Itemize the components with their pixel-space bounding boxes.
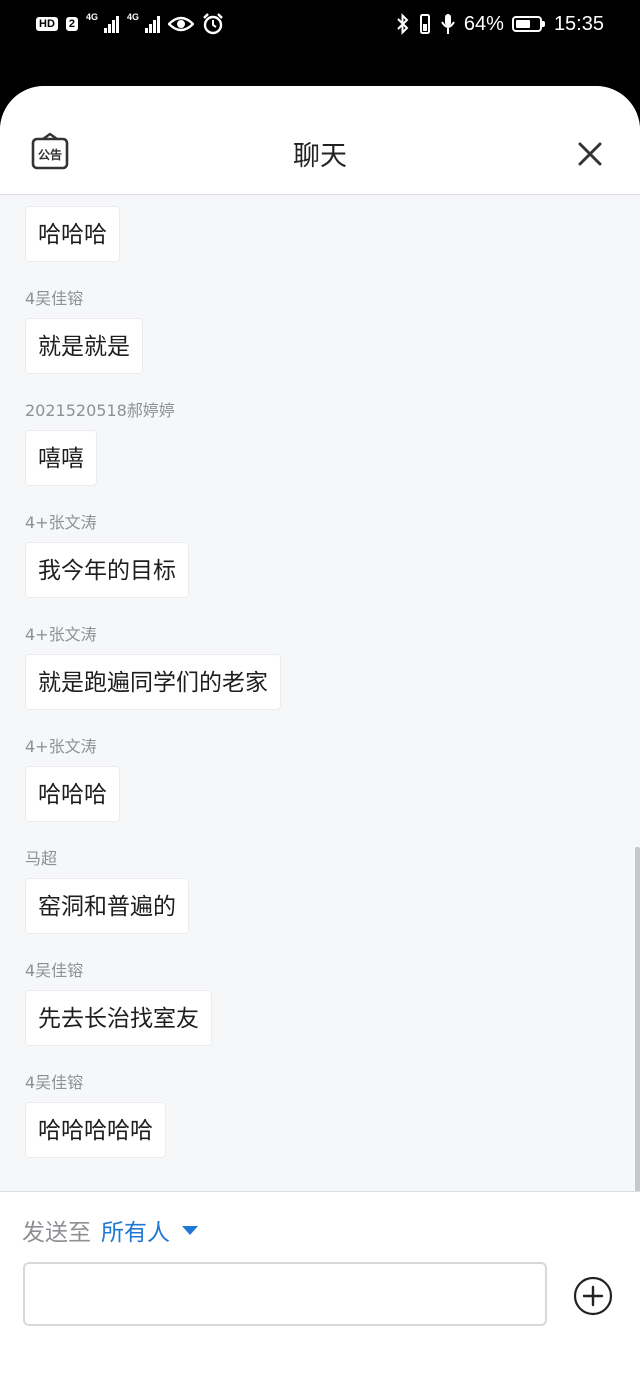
status-right: 64% 15:35 — [396, 10, 604, 38]
send-to-label: 发送至 — [22, 1220, 91, 1246]
message-bubble[interactable]: 我今年的目标 — [25, 542, 189, 598]
message-bubble[interactable]: 窑洞和普遍的 — [25, 878, 189, 934]
chat-message: 4吴佳镕哈哈哈哈哈 — [25, 1072, 615, 1158]
message-sender: 4+张文涛 — [25, 513, 97, 532]
message-bubble[interactable]: 哈哈哈 — [25, 206, 120, 262]
message-bubble[interactable]: 先去长治找室友 — [25, 990, 212, 1046]
message-sender: 2021520518郝婷婷 — [25, 401, 175, 420]
status-bar: HD 2 4G 4G 64% 15:35 — [0, 0, 640, 86]
chat-message: 4+张文涛就是跑遍同学们的老家 — [25, 624, 615, 710]
battery-icon — [511, 16, 545, 32]
battery-percent: 64% — [463, 12, 504, 35]
message-sender: 4+张文涛 — [25, 737, 97, 756]
message-bubble[interactable]: 就是跑遍同学们的老家 — [25, 654, 281, 710]
composer: 发送至 所有人 — [0, 1191, 640, 1386]
message-bubble[interactable]: 哈哈哈 — [25, 766, 120, 822]
message-list[interactable]: 哈哈哈 4吴佳镕 就是就是 2021520518郝婷婷 嘻嘻 4+张文涛 我今年的目标 4+张… — [0, 195, 640, 1191]
message-bubble[interactable]: 哈哈哈哈哈 — [25, 1102, 166, 1158]
close-icon[interactable] — [574, 138, 606, 170]
message-bubble[interactable]: 嘻嘻 — [25, 430, 97, 486]
chat-message: 2021520518郝婷婷嘻嘻 — [25, 400, 615, 486]
signal-icon: 4G — [86, 12, 120, 33]
message-container: 哈哈哈 4吴佳镕 就是就是 2021520518郝婷婷 嘻嘻 4+张文涛 我今年的目标 4+张… — [25, 206, 615, 1158]
message-sender: 4吴佳镕 — [25, 1073, 84, 1092]
signal-icon: 4G — [127, 12, 161, 33]
chat-message: 4吴佳镕就是就是 — [25, 288, 615, 374]
battery-level — [515, 20, 531, 28]
vibrate-battery-icon — [419, 14, 430, 34]
chat-message: 4+张文涛哈哈哈 — [25, 736, 615, 822]
chat-header: 公告 聊天 — [0, 86, 640, 195]
message-sender: 4吴佳镕 — [25, 289, 84, 308]
send-to-selector[interactable]: 发送至 所有人 — [22, 1214, 198, 1246]
caret-down-icon[interactable] — [182, 1225, 198, 1235]
hd-badge: HD — [36, 17, 58, 31]
chat-sheet: 公告 聊天 哈哈哈 4吴佳镕 就是就是 2021520518郝婷婷 嘻嘻 4+张文涛 我今年… — [0, 86, 640, 1386]
message-sender: 马超 — [25, 849, 58, 868]
chat-message: 哈哈哈 — [25, 206, 615, 262]
page-title: 聊天 — [293, 141, 347, 172]
chat-message: 4+张文涛我今年的目标 — [25, 512, 615, 598]
message-input[interactable] — [23, 1262, 547, 1326]
microphone-icon — [441, 14, 455, 34]
sim-badge: 2 — [65, 17, 79, 31]
chat-message: 4吴佳镕先去长治找室友 — [25, 960, 615, 1046]
plus-circle-icon[interactable] — [573, 1276, 613, 1316]
alarm-icon — [203, 13, 223, 35]
message-bubble[interactable]: 就是就是 — [25, 318, 143, 374]
scrollbar[interactable] — [635, 847, 640, 1191]
status-left: HD 2 4G 4G — [36, 10, 224, 38]
message-sender: 4吴佳镕 — [25, 961, 84, 980]
eye-icon — [168, 16, 195, 32]
chat-message: 马超 窑洞和普遍的 — [25, 848, 615, 934]
clock: 15:35 — [553, 12, 604, 35]
bluetooth-icon — [397, 13, 409, 35]
message-sender: 4+张文涛 — [25, 625, 97, 644]
send-to-target[interactable]: 所有人 — [101, 1213, 170, 1247]
